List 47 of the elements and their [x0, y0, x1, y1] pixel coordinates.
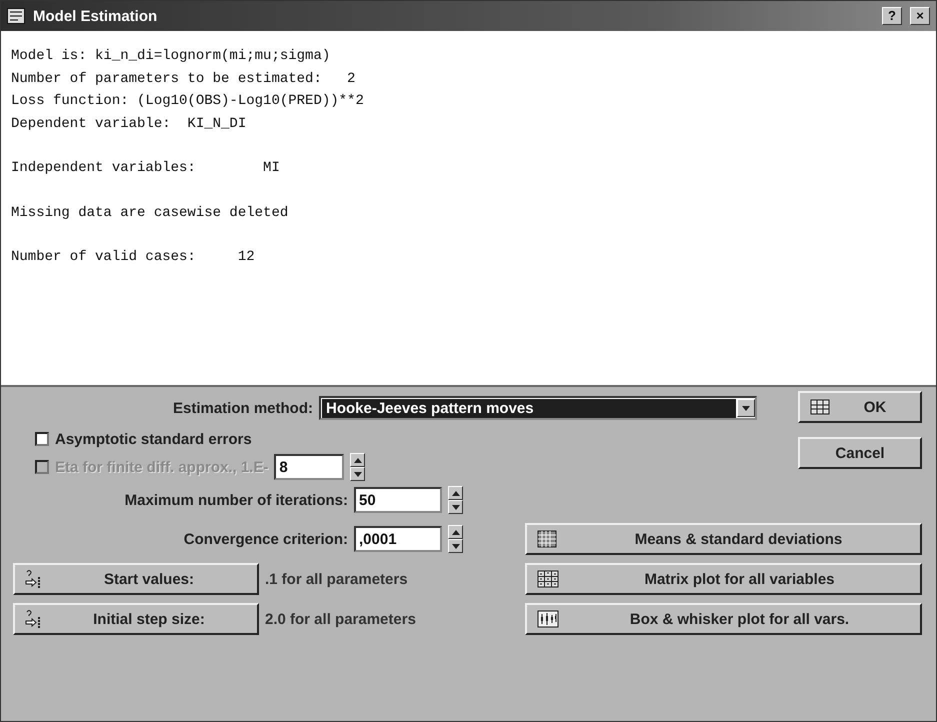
scatter-matrix-icon	[537, 570, 559, 588]
output-line: Dependent variable: KI_N_DI	[11, 114, 248, 134]
action-button[interactable]: Matrix plot for all variables	[525, 563, 922, 595]
checkbox[interactable]	[35, 432, 49, 446]
up-arrow-icon	[452, 530, 460, 534]
spin-down-button[interactable]	[448, 539, 463, 553]
action-button[interactable]: Box & whisker plot for all vars.	[525, 603, 922, 635]
question-arrow-icon	[25, 609, 41, 629]
output-line: Independent variables: MI	[11, 159, 281, 178]
action-button[interactable]: Means & standard deviations	[525, 523, 922, 555]
output-line: Missing data are casewise deleted	[11, 204, 290, 222]
down-arrow-icon	[354, 472, 362, 476]
spin-up-button[interactable]	[350, 453, 366, 467]
field-label: Estimation method:	[172, 400, 313, 416]
output-line: Number of valid cases: 12	[11, 248, 256, 267]
field-label: Maximum number of iterations:	[124, 492, 348, 508]
output-line: Loss function: (Log10(OBS)-Log10(PRED))**2	[11, 92, 365, 111]
close-button[interactable]: ×	[910, 7, 930, 25]
window-title: Model Estimation	[33, 8, 158, 24]
down-arrow-icon	[452, 544, 460, 548]
estimation-method-dropdown[interactable]: Hooke-Jeeves pattern moves	[319, 396, 757, 420]
parameter-button[interactable]: Initial step size:	[13, 603, 259, 635]
box-plot-icon	[537, 610, 559, 628]
spin-down-button[interactable]	[350, 467, 366, 481]
output-line: Number of parameters to be estimated: 2	[11, 70, 356, 88]
parameter-note: .1 for all parameters	[265, 570, 408, 588]
cancel-button[interactable]: Cancel	[798, 437, 922, 469]
output-line: Model is: ki_n_di=lognorm(mi;mu;sigma)	[11, 47, 332, 66]
spin-up-button[interactable]	[448, 486, 463, 500]
spin-down-button[interactable]	[448, 500, 463, 514]
parameter-note: 2.0 for all parameters	[265, 610, 416, 628]
input-field[interactable]: ,0001	[354, 526, 442, 552]
parameter-button[interactable]: Start values:	[13, 563, 259, 595]
input-field[interactable]: 50	[354, 487, 442, 513]
table-icon	[537, 530, 557, 548]
field-label: Convergence criterion:	[184, 530, 348, 548]
question-arrow-icon	[25, 569, 41, 589]
checkbox-label: Asymptotic standard errors	[55, 430, 252, 448]
app-icon	[7, 8, 25, 24]
up-arrow-icon	[452, 490, 460, 496]
ok-button[interactable]: OK	[798, 391, 922, 423]
down-arrow-icon	[742, 406, 750, 410]
up-arrow-icon	[354, 458, 362, 462]
down-arrow-icon	[452, 504, 460, 510]
spin-up-button[interactable]	[448, 525, 463, 539]
grid-icon	[810, 399, 830, 415]
help-button[interactable]: ?	[882, 7, 902, 25]
